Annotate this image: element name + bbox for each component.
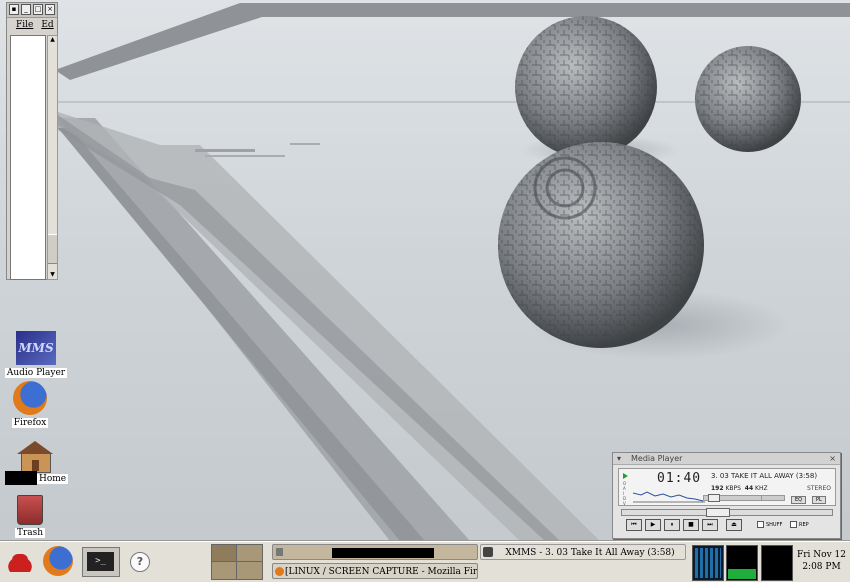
media-player-menu-icon[interactable]: ▾ bbox=[617, 453, 621, 464]
channel-mode: STEREO bbox=[807, 485, 831, 492]
workspace-1[interactable] bbox=[212, 545, 237, 562]
editor-window-titlebar[interactable]: ▪ _ □ × bbox=[7, 3, 57, 18]
shuffle-label: SHUFF bbox=[766, 521, 783, 528]
volume-knob[interactable] bbox=[708, 494, 720, 502]
terminal-icon: >_ bbox=[87, 552, 114, 571]
window-icon bbox=[276, 548, 283, 556]
taskbar: >_ ? [LINUX / SCREEN CAPTURE - Mozilla F… bbox=[0, 541, 850, 582]
play-button[interactable]: ▶ bbox=[645, 519, 661, 531]
shuffle-checkbox[interactable] bbox=[757, 521, 764, 528]
desktop-icon-firefox[interactable]: Firefox bbox=[0, 381, 65, 428]
maximize-icon[interactable]: □ bbox=[33, 4, 43, 15]
playlist-button[interactable]: PL bbox=[812, 496, 826, 504]
prev-track-button[interactable]: ⏮ bbox=[626, 519, 642, 531]
pause-button[interactable]: ⏸ bbox=[664, 519, 680, 531]
firefox-launcher-icon bbox=[43, 546, 73, 576]
bitrate-info: 192 KBPS 44 KHZ bbox=[711, 485, 768, 492]
balance-slider[interactable] bbox=[761, 495, 785, 501]
clock[interactable]: Fri Nov 12 2:08 PM bbox=[797, 549, 846, 573]
cpu-monitor[interactable] bbox=[726, 545, 758, 581]
memory-monitor[interactable] bbox=[761, 545, 793, 581]
redhat-band bbox=[12, 554, 28, 564]
media-player-close-icon[interactable]: × bbox=[829, 453, 836, 464]
task-button-firefox[interactable]: [LINUX / SCREEN CAPTURE - Mozilla Firefo… bbox=[272, 563, 478, 579]
launcher-terminal[interactable]: >_ bbox=[82, 547, 120, 577]
firefox-label: Firefox bbox=[11, 418, 49, 428]
spectrum-visualizer[interactable] bbox=[633, 489, 705, 503]
desktop-icon-audio-player[interactable]: MMS Audio Player bbox=[1, 331, 71, 378]
task-firefox-label: [LINUX / SCREEN CAPTURE - Mozilla Firefo… bbox=[285, 567, 478, 577]
seek-knob[interactable] bbox=[706, 508, 730, 517]
redaction-block bbox=[5, 471, 37, 485]
media-player-titlebar[interactable]: ▾ Media Player × bbox=[613, 453, 840, 465]
mode-indicators: OAIDV bbox=[623, 481, 627, 506]
firefox-icon bbox=[13, 381, 47, 415]
media-player-window[interactable]: ▾ Media Player × OAIDV 01:40 3. 03 TAKE … bbox=[612, 452, 841, 539]
desktop: ▪ _ □ × File Ed ▲ ▼ MMS Audio Player Fir… bbox=[0, 0, 850, 541]
window-menu-icon[interactable]: ▪ bbox=[9, 4, 19, 15]
task-button-xmms[interactable]: XMMS - 3. 03 Take It All Away (3:58) bbox=[480, 544, 686, 560]
cpu-monitor-fill bbox=[728, 569, 756, 579]
song-title[interactable]: 3. 03 TAKE IT ALL AWAY (3:58) bbox=[711, 472, 817, 480]
launcher-firefox[interactable] bbox=[43, 546, 77, 578]
network-monitor-bars bbox=[695, 548, 721, 578]
seek-bar[interactable] bbox=[621, 508, 833, 517]
trash-label: Trash bbox=[14, 528, 46, 538]
shuffle-toggle[interactable]: SHUFF bbox=[757, 521, 782, 528]
menu-edit[interactable]: Ed bbox=[41, 20, 53, 30]
scroll-thumb[interactable] bbox=[48, 234, 57, 264]
repeat-label: REP bbox=[799, 521, 809, 528]
desktop-icon-home[interactable]: Home bbox=[0, 441, 70, 485]
audio-player-icon: MMS bbox=[16, 331, 56, 365]
workspace-switcher[interactable] bbox=[211, 544, 263, 580]
play-status-icon bbox=[623, 473, 628, 479]
elapsed-time[interactable]: 01:40 bbox=[657, 471, 701, 486]
trash-icon bbox=[17, 495, 43, 525]
task-button-redacted[interactable] bbox=[272, 544, 478, 560]
eq-button[interactable]: EQ bbox=[791, 496, 807, 504]
editor-menubar: File Ed bbox=[7, 18, 57, 32]
media-player-title: Media Player bbox=[631, 454, 683, 463]
desktop-icon-trash[interactable]: Trash bbox=[0, 495, 65, 538]
workspace-4[interactable] bbox=[237, 562, 262, 579]
editor-text-area[interactable] bbox=[10, 35, 46, 280]
home-label: Home bbox=[37, 474, 69, 484]
editor-window[interactable]: ▪ _ □ × File Ed ▲ ▼ bbox=[6, 2, 58, 280]
minimize-icon[interactable]: _ bbox=[21, 4, 31, 15]
main-menu-button[interactable] bbox=[2, 546, 40, 578]
repeat-toggle[interactable]: REP bbox=[790, 521, 809, 528]
redaction-block bbox=[332, 547, 434, 558]
home-icon bbox=[17, 441, 53, 473]
next-track-button[interactable]: ⏭ bbox=[702, 519, 718, 531]
close-icon[interactable]: × bbox=[45, 4, 55, 15]
clock-time: 2:08 PM bbox=[802, 562, 841, 572]
menu-file[interactable]: File bbox=[16, 20, 33, 30]
task-xmms-label: XMMS - 3. 03 Take It All Away (3:58) bbox=[505, 548, 675, 558]
scroll-down-icon[interactable]: ▼ bbox=[48, 271, 57, 279]
firefox-small-icon bbox=[275, 567, 284, 576]
scroll-up-icon[interactable]: ▲ bbox=[48, 36, 57, 44]
stop-button[interactable]: ■ bbox=[683, 519, 699, 531]
xmms-icon bbox=[483, 547, 493, 557]
network-monitor[interactable] bbox=[692, 545, 724, 581]
audio-player-label: Audio Player bbox=[4, 368, 68, 378]
editor-scrollbar[interactable]: ▲ ▼ bbox=[47, 35, 58, 280]
workspace-3[interactable] bbox=[212, 562, 237, 579]
repeat-checkbox[interactable] bbox=[790, 521, 797, 528]
clock-day: Fri Nov 12 bbox=[797, 550, 846, 560]
eject-button[interactable]: ⏏ bbox=[726, 519, 742, 531]
help-icon[interactable]: ? bbox=[130, 552, 150, 572]
workspace-2[interactable] bbox=[237, 545, 262, 562]
